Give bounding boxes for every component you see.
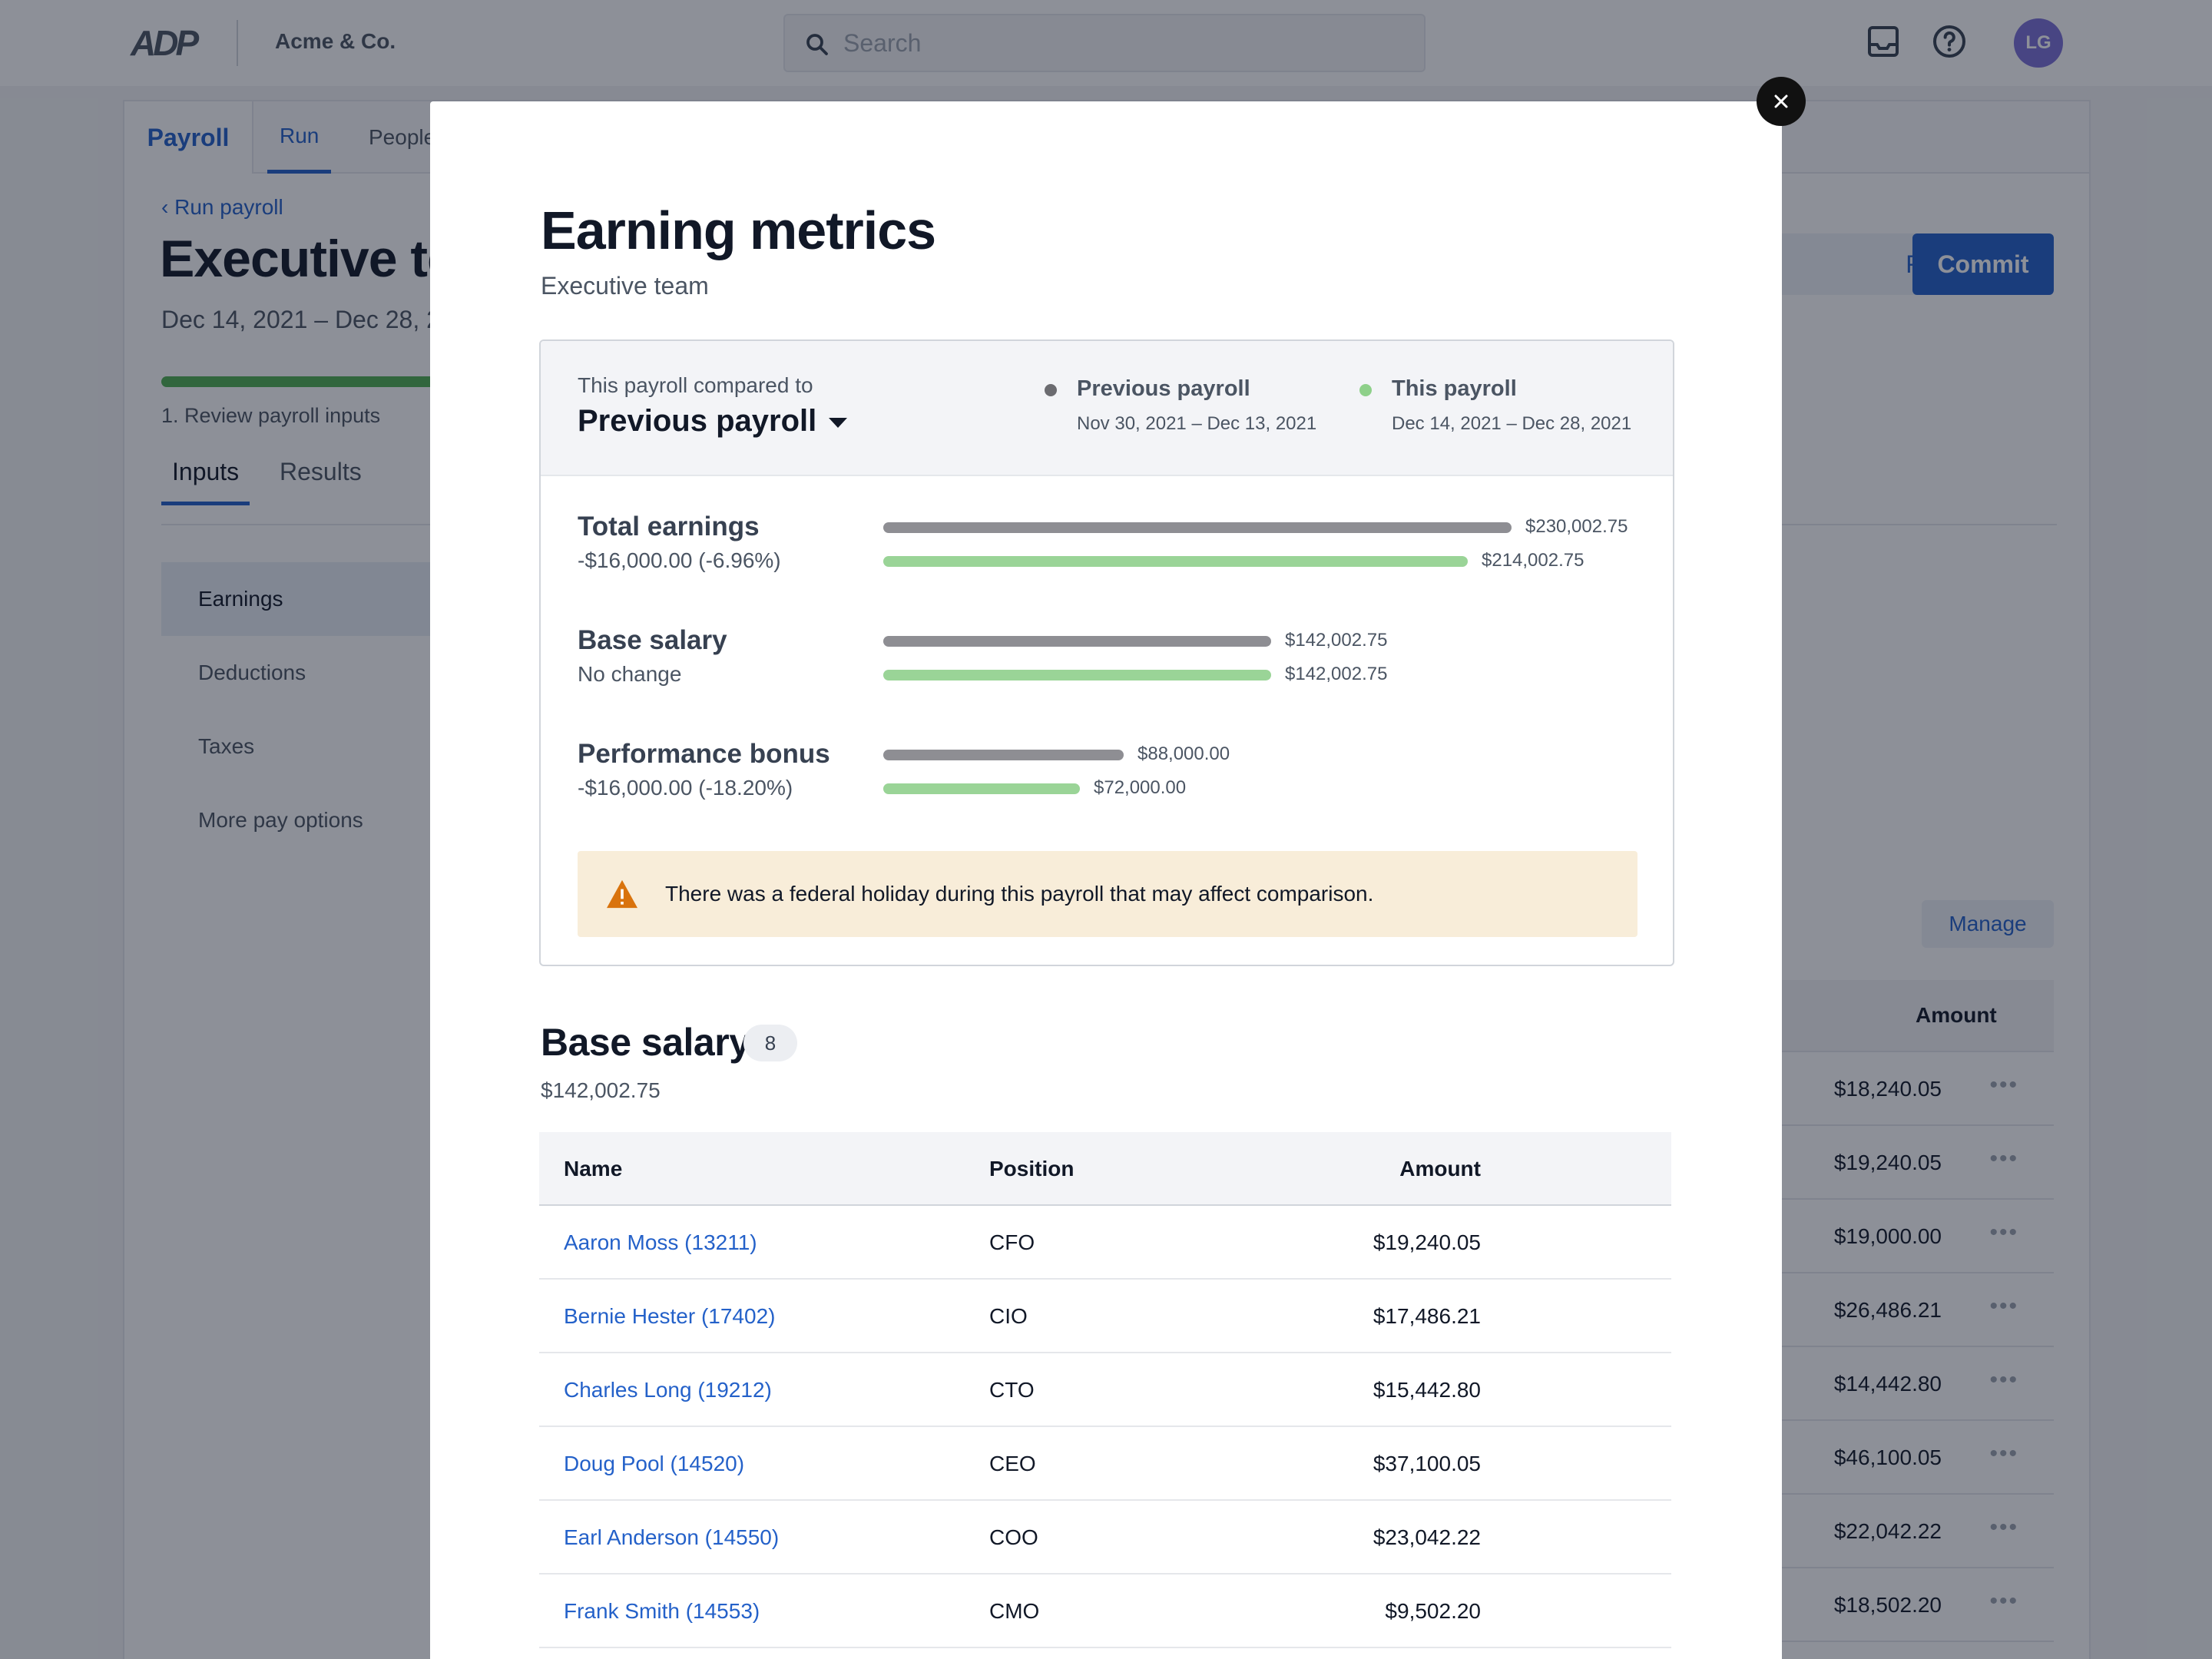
metric-name: Total earnings <box>578 512 760 541</box>
bar-current-value: $214,002.75 <box>1482 550 1584 571</box>
table-row: Charles Long (19212) CTO $15,442.80 <box>539 1353 1671 1427</box>
employee-link[interactable]: Bernie Hester (17402) <box>564 1304 775 1329</box>
table-row: Earl Anderson (14550) COO $23,042.22 <box>539 1501 1671 1575</box>
warning-icon <box>607 879 637 909</box>
legend-current-name: This payroll <box>1392 376 1517 401</box>
bar-previous <box>883 522 1512 533</box>
modal-subtitle: Executive team <box>541 272 709 300</box>
legend-dot-current <box>1359 384 1372 396</box>
position-header: Position <box>989 1157 1075 1181</box>
employee-amount: $17,486.21 <box>1373 1304 1481 1328</box>
employee-position: CFO <box>989 1230 1035 1254</box>
employee-link[interactable]: Charles Long (19212) <box>564 1378 772 1402</box>
table-row: Frank Smith (14553) CMO $9,502.20 <box>539 1575 1671 1648</box>
employee-amount: $15,442.80 <box>1373 1378 1481 1402</box>
bar-current-value: $72,000.00 <box>1094 777 1187 798</box>
modal-title: Earning metrics <box>541 200 936 260</box>
bar-previous <box>883 750 1124 760</box>
table-row: Aaron Moss (13211) CFO $19,240.05 <box>539 1206 1671 1280</box>
metric-delta: No change <box>578 662 682 686</box>
legend-previous-name: Previous payroll <box>1077 376 1250 401</box>
earning-metrics-modal: Earning metrics Executive team This payr… <box>430 101 1782 1659</box>
legend-dot-previous <box>1045 384 1057 396</box>
amount-header: Amount <box>1399 1157 1481 1181</box>
compare-value: Previous payroll <box>578 404 817 438</box>
legend-previous-range: Nov 30, 2021 – Dec 13, 2021 <box>1077 413 1317 434</box>
bar-previous-value: $230,002.75 <box>1525 516 1628 537</box>
employee-link[interactable]: Frank Smith (14553) <box>564 1599 760 1624</box>
table-body: Aaron Moss (13211) CFO $19,240.05 Bernie He… <box>539 1206 1671 1648</box>
holiday-notice: There was a federal holiday during this … <box>578 851 1637 937</box>
metric-row: Base salary No change $142,002.75 $142,002.… <box>578 625 1637 725</box>
employee-amount: $9,502.20 <box>1385 1599 1481 1623</box>
notice-text: There was a federal holiday during this … <box>665 882 1374 906</box>
name-header: Name <box>564 1157 623 1181</box>
metrics-panel: This payroll compared to Previous payrol… <box>539 339 1674 966</box>
table-row: Doug Pool (14520) CEO $37,100.05 <box>539 1427 1671 1501</box>
bar-current-value: $142,002.75 <box>1285 664 1388 684</box>
bar-previous-value: $88,000.00 <box>1137 743 1230 764</box>
employee-amount: $23,042.22 <box>1373 1525 1481 1549</box>
base-salary-title: Base salary <box>541 1021 750 1064</box>
metric-row: Total earnings -$16,000.00 (-6.96%) $230,0… <box>578 512 1637 611</box>
employee-amount: $37,100.05 <box>1373 1452 1481 1475</box>
employee-link[interactable]: Aaron Moss (13211) <box>564 1230 757 1255</box>
base-salary-count-badge: 8 <box>743 1025 797 1061</box>
bar-current <box>883 783 1080 794</box>
employee-position: CEO <box>989 1452 1036 1475</box>
metric-name: Base salary <box>578 625 727 655</box>
close-button[interactable] <box>1757 77 1806 126</box>
metrics-header: This payroll compared to Previous payrol… <box>541 341 1673 476</box>
compare-dropdown[interactable]: Previous payroll <box>578 404 848 439</box>
employee-link[interactable]: Doug Pool (14520) <box>564 1452 744 1476</box>
metric-delta: -$16,000.00 (-6.96%) <box>578 548 781 572</box>
metric-name: Performance bonus <box>578 739 830 769</box>
compare-label: This payroll compared to <box>578 373 813 397</box>
bar-previous-value: $142,002.75 <box>1285 630 1388 651</box>
base-salary-table: Name Position Amount Aaron Moss (13211) C… <box>539 1132 1671 1648</box>
bar-current <box>883 670 1271 680</box>
base-salary-total: $142,002.75 <box>541 1078 661 1102</box>
table-header: Name Position Amount <box>539 1132 1671 1206</box>
bar-previous <box>883 636 1271 647</box>
caret-down-icon <box>829 418 848 428</box>
legend-current-range: Dec 14, 2021 – Dec 28, 2021 <box>1392 413 1632 434</box>
table-row: Bernie Hester (17402) CIO $17,486.21 <box>539 1280 1671 1353</box>
employee-position: CIO <box>989 1304 1028 1328</box>
close-icon <box>1774 94 1788 108</box>
employee-position: COO <box>989 1525 1038 1549</box>
employee-position: CTO <box>989 1378 1035 1402</box>
metric-delta: -$16,000.00 (-18.20%) <box>578 776 793 800</box>
bar-current <box>883 556 1468 567</box>
employee-position: CMO <box>989 1599 1040 1623</box>
employee-link[interactable]: Earl Anderson (14550) <box>564 1525 779 1550</box>
metric-row: Performance bonus -$16,000.00 (-18.20%) $8… <box>578 739 1637 839</box>
employee-amount: $19,240.05 <box>1373 1230 1481 1254</box>
